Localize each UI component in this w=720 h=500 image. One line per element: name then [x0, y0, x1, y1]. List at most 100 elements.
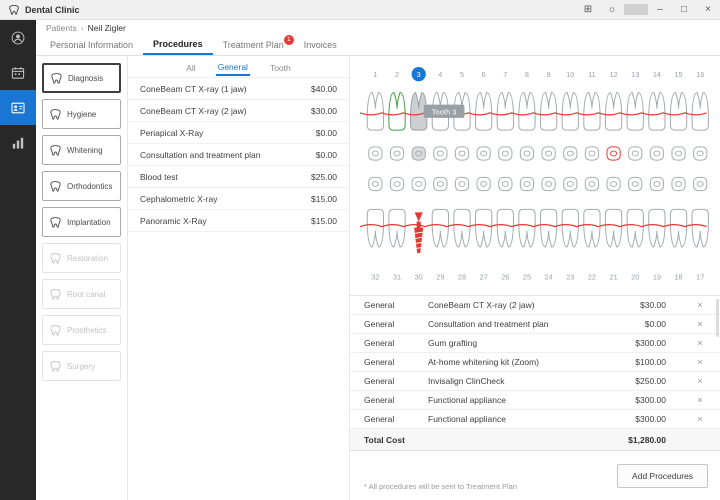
tooth-number-bottom[interactable]: 31: [393, 273, 401, 282]
tab-procedures[interactable]: Procedures: [143, 35, 213, 55]
lower-tooth[interactable]: [605, 209, 621, 247]
tooth-number-bottom[interactable]: 19: [653, 273, 661, 282]
lower-tooth[interactable]: [519, 209, 535, 247]
category-whitening[interactable]: Whitening: [42, 135, 121, 165]
occlusal-tooth[interactable]: [694, 177, 707, 190]
occlusal-tooth[interactable]: [477, 147, 490, 160]
close-button[interactable]: ×: [696, 0, 720, 19]
upper-tooth[interactable]: [497, 92, 513, 130]
subtab-tooth[interactable]: Tooth: [268, 58, 293, 75]
rail-stats-icon[interactable]: [0, 125, 36, 160]
occlusal-tooth[interactable]: [434, 147, 447, 160]
occlusal-tooth[interactable]: [434, 177, 447, 190]
tooth-number-bottom[interactable]: 20: [631, 273, 639, 282]
lower-tooth[interactable]: [389, 209, 405, 247]
occlusal-tooth[interactable]: [455, 147, 468, 160]
tooth-number-top[interactable]: 4: [438, 70, 442, 79]
tooth-number-top[interactable]: 15: [674, 70, 682, 79]
procedure-row[interactable]: Cephalometric X-ray$15.00: [128, 188, 349, 210]
occlusal-tooth[interactable]: [607, 147, 620, 160]
tooth-number-top[interactable]: 1: [373, 70, 377, 79]
tooth-number-bottom[interactable]: 26: [501, 273, 509, 282]
theme-toggle-button[interactable]: ☼: [600, 0, 624, 19]
upper-tooth[interactable]: [562, 92, 578, 130]
breadcrumb-patients-link[interactable]: Patients: [46, 23, 77, 33]
upper-tooth[interactable]: [367, 92, 383, 130]
upper-tooth[interactable]: [605, 92, 621, 130]
tooth-number-top[interactable]: 13: [631, 70, 639, 79]
occlusal-tooth[interactable]: [650, 177, 663, 190]
tooth-number-bottom[interactable]: 18: [674, 273, 682, 282]
lower-tooth[interactable]: [692, 209, 708, 247]
upper-tooth[interactable]: [692, 92, 708, 130]
upper-tooth[interactable]: [584, 92, 600, 130]
tooth-number-top[interactable]: 9: [547, 70, 551, 79]
remove-procedure-icon[interactable]: ×: [680, 300, 720, 311]
category-hygiene[interactable]: Hygiene: [42, 99, 121, 129]
occlusal-tooth[interactable]: [629, 147, 642, 160]
minimize-button[interactable]: –: [648, 0, 672, 19]
tooth-number-bottom[interactable]: 32: [371, 273, 379, 282]
remove-procedure-icon[interactable]: ×: [680, 376, 720, 387]
tooth-number-bottom[interactable]: 22: [588, 273, 596, 282]
tab-invoices[interactable]: Invoices: [294, 35, 347, 55]
category-diagnosis[interactable]: Diagnosis: [42, 63, 121, 93]
occlusal-tooth[interactable]: [542, 177, 555, 190]
remove-procedure-icon[interactable]: ×: [680, 414, 720, 425]
occlusal-tooth[interactable]: [390, 177, 403, 190]
occlusal-tooth[interactable]: [629, 177, 642, 190]
lower-tooth[interactable]: [627, 209, 643, 247]
procedure-row[interactable]: ConeBeam CT X-ray (1 jaw)$40.00: [128, 78, 349, 100]
upper-tooth[interactable]: [519, 92, 535, 130]
tab-personal-information[interactable]: Personal Information: [40, 35, 143, 55]
lower-tooth[interactable]: [584, 209, 600, 247]
occlusal-tooth[interactable]: [585, 177, 598, 190]
apps-grid-button[interactable]: ⊞: [576, 0, 600, 19]
tooth-number-bottom[interactable]: 27: [480, 273, 488, 282]
tooth-number-top[interactable]: 12: [610, 70, 618, 79]
upper-tooth[interactable]: [627, 92, 643, 130]
lower-tooth[interactable]: [670, 209, 686, 247]
lower-tooth[interactable]: [367, 209, 383, 247]
occlusal-tooth[interactable]: [477, 177, 490, 190]
rail-calendar-icon[interactable]: [0, 55, 36, 90]
add-procedures-button[interactable]: Add Procedures: [617, 464, 708, 488]
lower-tooth[interactable]: [649, 209, 665, 247]
rail-patient-card-icon[interactable]: [0, 90, 36, 125]
subtab-all[interactable]: All: [184, 58, 197, 75]
occlusal-tooth[interactable]: [499, 177, 512, 190]
remove-procedure-icon[interactable]: ×: [680, 319, 720, 330]
procedure-row[interactable]: Periapical X-Ray$0.00: [128, 122, 349, 144]
occlusal-tooth[interactable]: [542, 147, 555, 160]
rail-user-icon[interactable]: [0, 20, 36, 55]
occlusal-tooth[interactable]: [694, 147, 707, 160]
upper-tooth[interactable]: [670, 92, 686, 130]
tooth-number-top[interactable]: 6: [482, 70, 486, 79]
remove-procedure-icon[interactable]: ×: [680, 338, 720, 349]
occlusal-tooth[interactable]: [585, 147, 598, 160]
tooth-number-bottom[interactable]: 23: [566, 273, 574, 282]
procedure-row[interactable]: Consultation and treatment plan$0.00: [128, 144, 349, 166]
subtab-general[interactable]: General: [216, 57, 250, 76]
remove-procedure-icon[interactable]: ×: [680, 357, 720, 368]
tab-treatment-plan[interactable]: Treatment Plan1: [213, 35, 294, 55]
tooth-number-bottom[interactable]: 25: [523, 273, 531, 282]
upper-tooth[interactable]: [649, 92, 665, 130]
upper-tooth[interactable]: [476, 92, 492, 130]
tooth-number-top[interactable]: 5: [460, 70, 464, 79]
teeth-chart[interactable]: 12345678910111213141516Tooth 33231302928…: [350, 56, 720, 296]
tooth-number-top[interactable]: 3: [417, 70, 421, 79]
table-scrollbar[interactable]: [716, 299, 719, 337]
occlusal-tooth[interactable]: [520, 177, 533, 190]
tooth-number-bottom[interactable]: 28: [458, 273, 466, 282]
lower-tooth[interactable]: [540, 209, 556, 247]
implant-icon[interactable]: [414, 228, 423, 253]
tooth-number-top[interactable]: 16: [696, 70, 704, 79]
lower-tooth[interactable]: [432, 209, 448, 247]
tooth-number-bottom[interactable]: 17: [696, 273, 704, 282]
occlusal-tooth[interactable]: [412, 147, 425, 160]
occlusal-tooth[interactable]: [499, 147, 512, 160]
procedure-row[interactable]: Blood test$25.00: [128, 166, 349, 188]
occlusal-tooth[interactable]: [455, 177, 468, 190]
category-implantation[interactable]: Implantation: [42, 207, 121, 237]
